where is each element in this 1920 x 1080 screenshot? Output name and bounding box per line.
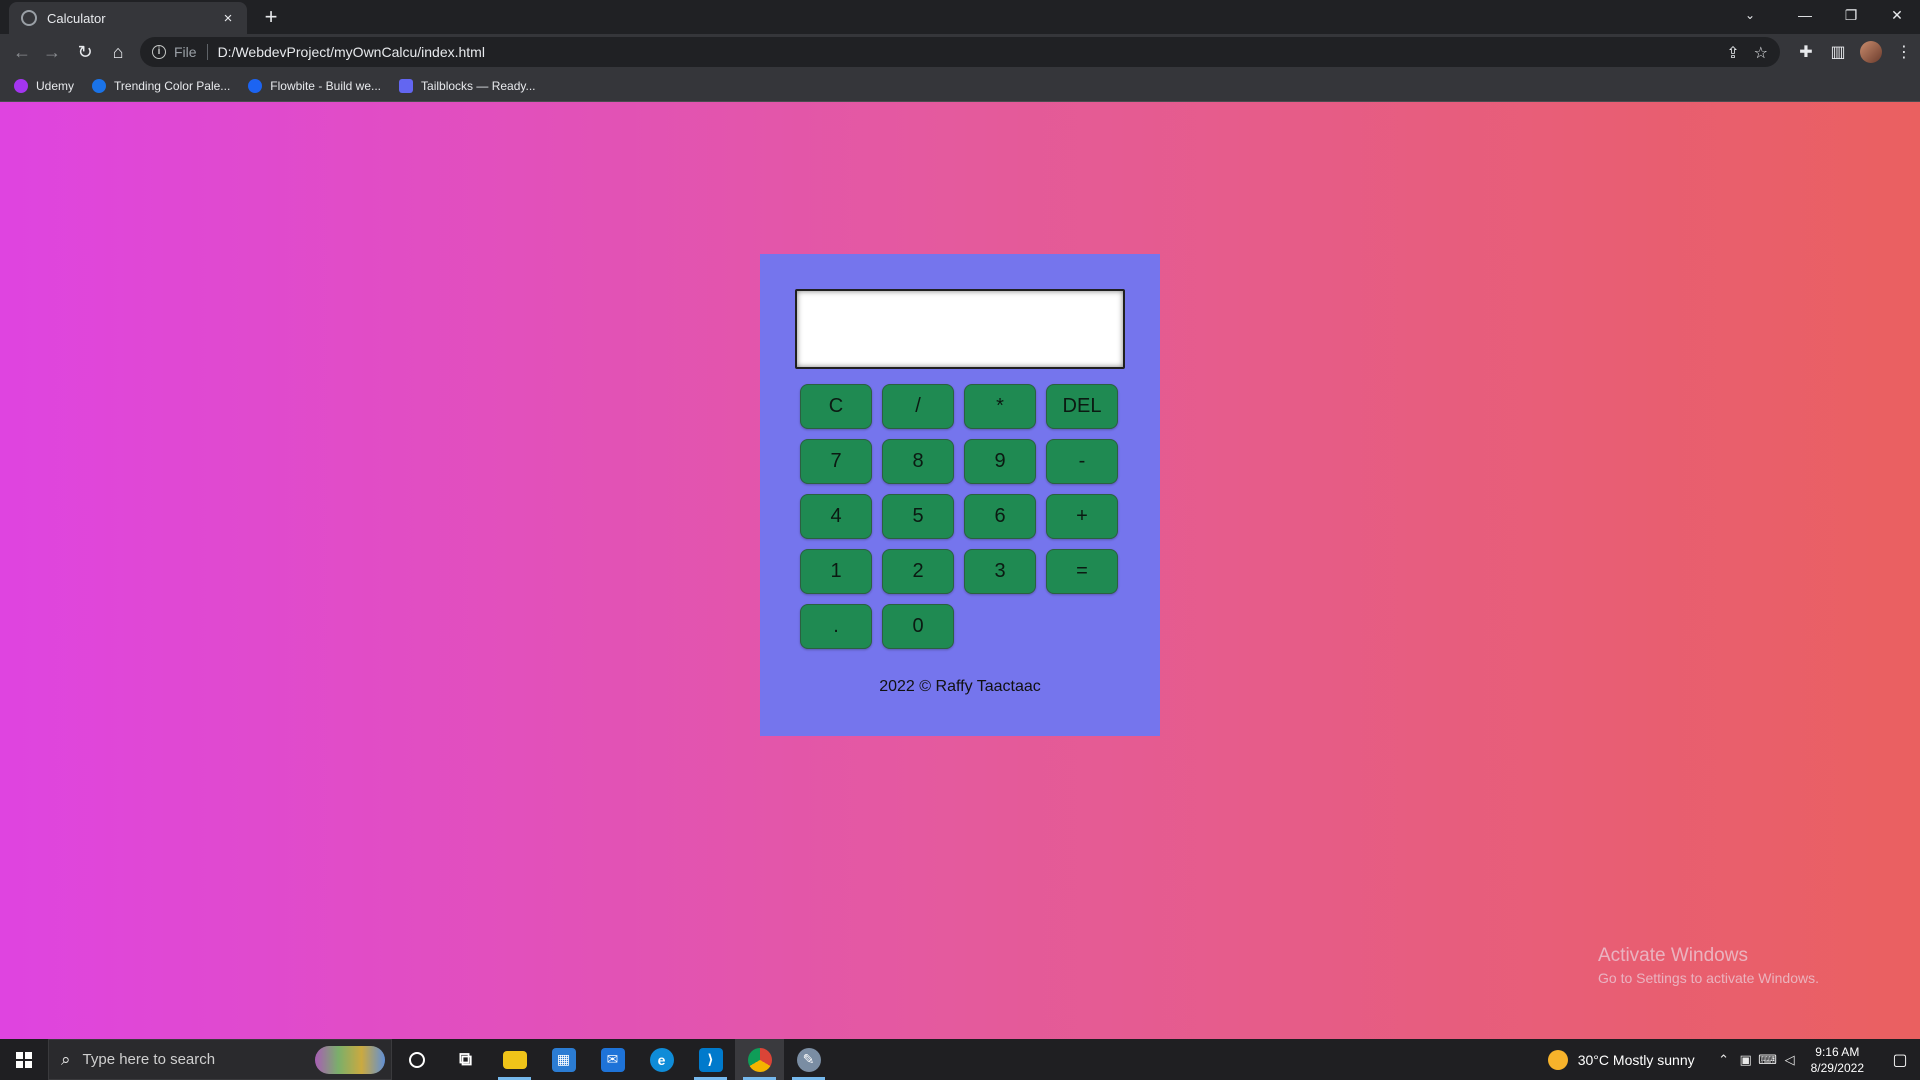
- back-arrow-icon[interactable]: ←: [8, 38, 36, 66]
- address-bar[interactable]: i File D:/WebdevProject/myOwnCalcu/index…: [140, 37, 1780, 67]
- key-subtract[interactable]: -: [1046, 439, 1118, 484]
- clock-date: 8/29/2022: [1810, 1060, 1864, 1075]
- extensions-puzzle-icon[interactable]: ✚: [1790, 38, 1822, 66]
- restore-window-icon[interactable]: ❐: [1828, 0, 1874, 30]
- start-button[interactable]: [0, 1039, 48, 1080]
- key-4[interactable]: 4: [800, 494, 872, 539]
- key-clear[interactable]: C: [800, 384, 872, 429]
- udemy-icon: [14, 78, 28, 93]
- key-9[interactable]: 9: [964, 439, 1036, 484]
- mail-icon[interactable]: ✉: [588, 1039, 637, 1080]
- notification-center-icon[interactable]: ▢: [1880, 1039, 1920, 1080]
- profile-avatar[interactable]: [1860, 41, 1882, 63]
- globe-icon: [21, 10, 37, 26]
- side-panel-icon[interactable]: ▥: [1822, 38, 1854, 66]
- bookmarks-bar: Udemy Trending Color Pale... Flowbite - …: [0, 70, 1920, 102]
- search-placeholder: Type here to search: [82, 1051, 216, 1068]
- bookmark-tailblocks[interactable]: Tailblocks — Ready...: [399, 78, 536, 93]
- system-clock[interactable]: 9:16 AM 8/29/2022: [1811, 1044, 1864, 1076]
- activate-windows-watermark: Activate Windows Go to Settings to activ…: [1598, 945, 1819, 986]
- windows-logo-icon: [16, 1051, 32, 1068]
- chrome-icon[interactable]: [735, 1039, 784, 1080]
- key-divide[interactable]: /: [882, 384, 954, 429]
- new-tab-button[interactable]: +: [258, 4, 284, 30]
- key-5[interactable]: 5: [882, 494, 954, 539]
- key-add[interactable]: +: [1046, 494, 1118, 539]
- chevron-up-icon[interactable]: ⌃: [1713, 1052, 1735, 1068]
- minimize-window-icon[interactable]: —: [1782, 0, 1828, 30]
- url-text[interactable]: D:/WebdevProject/myOwnCalcu/index.html: [218, 44, 485, 60]
- bookmark-flowbite[interactable]: Flowbite - Build we...: [248, 78, 381, 93]
- key-delete[interactable]: DEL: [1046, 384, 1118, 429]
- tab-calculator[interactable]: Calculator ×: [9, 2, 247, 34]
- volume-icon[interactable]: ◁: [1779, 1052, 1801, 1068]
- calculator: C / * DEL 7 8 9 - 4 5 6 + 1 2 3 = . 0 20…: [760, 254, 1160, 736]
- search-icon: ⌕: [61, 1049, 71, 1069]
- weather-text: 30°C Mostly sunny: [1577, 1051, 1695, 1068]
- home-icon[interactable]: ⌂: [104, 38, 132, 66]
- calculator-display[interactable]: [795, 289, 1125, 369]
- weather-sun-icon: [1547, 1049, 1568, 1070]
- microsoft-store-icon[interactable]: ▦: [539, 1039, 588, 1080]
- bookmark-udemy[interactable]: Udemy: [14, 78, 74, 93]
- bookmark-star-icon[interactable]: ☆: [1754, 43, 1768, 63]
- weather-widget[interactable]: 30°C Mostly sunny: [1547, 1049, 1695, 1070]
- meet-now-icon[interactable]: ▣: [1735, 1052, 1757, 1068]
- browser-toolbar: ← → ↻ ⌂ i File D:/WebdevProject/myOwnCal…: [0, 34, 1920, 70]
- key-3[interactable]: 3: [964, 549, 1036, 594]
- close-window-icon[interactable]: ✕: [1874, 0, 1920, 30]
- key-multiply[interactable]: *: [964, 384, 1036, 429]
- network-icon[interactable]: ⌨: [1757, 1052, 1779, 1068]
- reload-icon[interactable]: ↻: [71, 38, 99, 66]
- coolors-icon: [92, 78, 107, 93]
- key-equals[interactable]: =: [1046, 549, 1118, 594]
- forward-arrow-icon[interactable]: →: [38, 38, 66, 66]
- key-7[interactable]: 7: [800, 439, 872, 484]
- site-info-icon[interactable]: i: [152, 45, 166, 59]
- calculator-keypad: C / * DEL 7 8 9 - 4 5 6 + 1 2 3 = . 0: [800, 384, 1124, 649]
- windows-taskbar: ⌕ Type here to search ⧉ ▦ ✉ e ⟩ ✎ 30°C M…: [0, 1039, 1920, 1080]
- flowbite-icon: [248, 78, 263, 93]
- menu-kebab-icon[interactable]: ⋮: [1888, 38, 1920, 66]
- key-2[interactable]: 2: [882, 549, 954, 594]
- key-8[interactable]: 8: [882, 439, 954, 484]
- taskbar-search-box[interactable]: ⌕ Type here to search: [48, 1039, 392, 1080]
- key-0[interactable]: 0: [882, 604, 954, 649]
- key-6[interactable]: 6: [964, 494, 1036, 539]
- url-scheme: File: [174, 44, 197, 60]
- clock-time: 9:16 AM: [1815, 1044, 1860, 1059]
- paint-icon[interactable]: ✎: [784, 1039, 833, 1080]
- bookmark-trending-color-palettes[interactable]: Trending Color Pale...: [92, 78, 230, 93]
- edge-icon[interactable]: e: [637, 1039, 686, 1080]
- search-highlight-image[interactable]: [315, 1046, 385, 1074]
- cortana-icon[interactable]: [392, 1039, 441, 1080]
- tailblocks-icon: [399, 78, 414, 93]
- close-tab-icon[interactable]: ×: [219, 10, 237, 27]
- tab-strip: Calculator × + ⌄ — ❐ ✕: [0, 0, 1920, 34]
- key-1[interactable]: 1: [800, 549, 872, 594]
- share-icon[interactable]: ⇪: [1726, 43, 1739, 63]
- task-view-icon[interactable]: ⧉: [441, 1039, 490, 1080]
- file-explorer-icon[interactable]: [490, 1039, 539, 1080]
- page-viewport: C / * DEL 7 8 9 - 4 5 6 + 1 2 3 = . 0 20…: [0, 102, 1920, 1039]
- calculator-footer: 2022 © Raffy Taactaac: [879, 678, 1041, 695]
- vscode-icon[interactable]: ⟩: [686, 1039, 735, 1080]
- key-decimal[interactable]: .: [800, 604, 872, 649]
- tab-search-chevron-icon[interactable]: ⌄: [1730, 0, 1770, 30]
- tab-title: Calculator: [47, 10, 106, 26]
